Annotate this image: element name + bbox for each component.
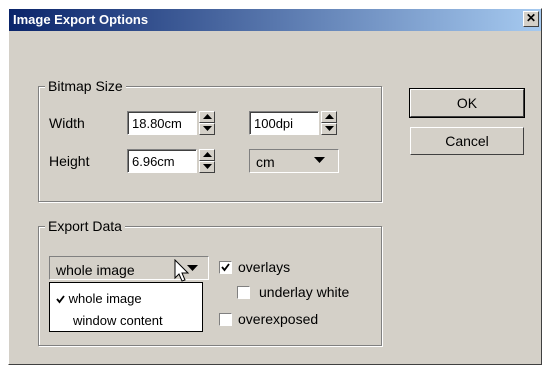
height-value: 6.96cm: [132, 154, 175, 169]
width-field[interactable]: 18.80cm: [127, 111, 197, 135]
bitmap-size-legend: Bitmap Size: [45, 78, 126, 94]
spin-up-icon: [325, 114, 334, 119]
export-data-legend: Export Data: [45, 218, 125, 234]
check-icon: [221, 263, 230, 272]
resolution-spin-down[interactable]: [321, 123, 337, 135]
resolution-field[interactable]: 100dpi: [249, 111, 319, 135]
height-spinner: [199, 149, 215, 173]
overlays-checkbox[interactable]: [219, 261, 232, 274]
overexposed-checkbox[interactable]: [219, 313, 232, 326]
spin-down-icon: [203, 126, 212, 131]
bitmap-size-group: Bitmap Size: [38, 78, 382, 202]
option-window-content[interactable]: window content: [73, 313, 163, 328]
width-label: Width: [49, 115, 85, 131]
overlays-label: overlays: [238, 259, 291, 275]
width-value: 18.80cm: [132, 116, 182, 131]
spin-up-icon: [203, 114, 212, 119]
option-whole-image[interactable]: whole image: [56, 291, 142, 306]
height-spin-down[interactable]: [199, 161, 215, 173]
overexposed-label: overexposed: [238, 311, 319, 327]
spin-up-icon: [203, 152, 212, 157]
title-bar[interactable]: Image Export Options ✕: [9, 9, 541, 31]
export-mode-options: whole image window content: [49, 282, 203, 332]
height-field[interactable]: 6.96cm: [127, 149, 197, 173]
underlay-white-checkbox[interactable]: [237, 286, 250, 299]
ok-button[interactable]: OK: [409, 88, 525, 118]
width-spinner: [199, 111, 215, 135]
resolution-spin-up[interactable]: [321, 111, 337, 123]
dialog-title: Image Export Options: [13, 12, 149, 27]
option-whole-image-label: whole image: [68, 291, 142, 306]
chevron-down-icon: [314, 157, 325, 163]
unit-select[interactable]: cm: [249, 149, 339, 173]
cancel-button[interactable]: Cancel: [410, 127, 524, 155]
export-mode-value: whole image: [56, 262, 135, 278]
spin-down-icon: [325, 126, 334, 131]
spin-down-icon: [203, 164, 212, 169]
mouse-pointer-icon: [174, 259, 190, 282]
width-spin-down[interactable]: [199, 123, 215, 135]
resolution-value: 100dpi: [254, 116, 294, 131]
close-icon: ✕: [525, 11, 537, 25]
underlay-white-label: underlay white: [259, 284, 350, 300]
height-label: Height: [49, 153, 90, 169]
height-spin-up[interactable]: [199, 149, 215, 161]
resolution-spinner: [321, 111, 337, 135]
check-icon: [56, 295, 65, 304]
option-window-content-label: window content: [73, 313, 163, 328]
image-export-dialog: Image Export Options ✕ Bitmap Size Width…: [8, 8, 542, 365]
width-spin-up[interactable]: [199, 111, 215, 123]
close-button[interactable]: ✕: [523, 11, 539, 27]
unit-value: cm: [256, 154, 275, 170]
